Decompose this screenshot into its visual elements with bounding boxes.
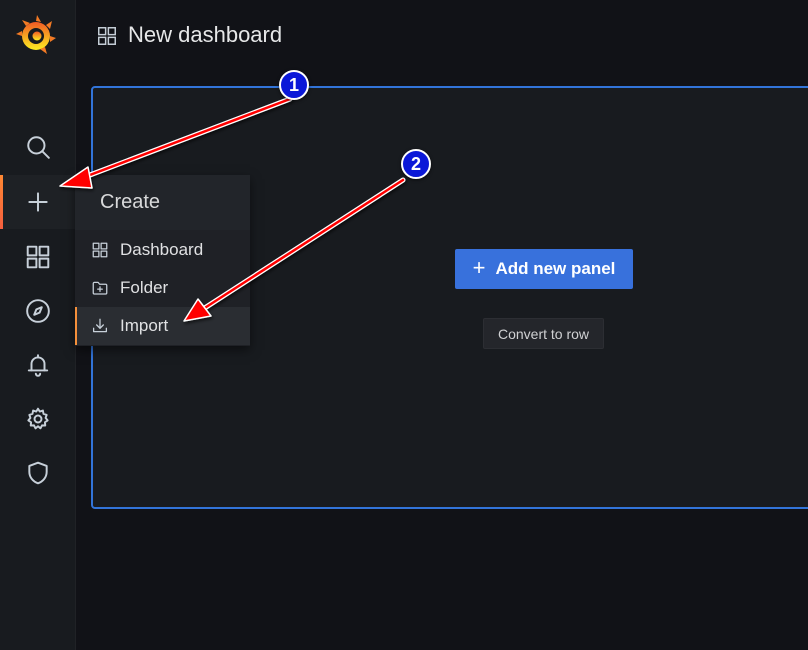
grid-icon <box>91 241 109 259</box>
top-bar: New dashboard <box>76 0 808 70</box>
dashboards-icon[interactable] <box>0 230 75 284</box>
menu-item-label: Folder <box>120 278 169 297</box>
plus-icon: + <box>472 255 486 280</box>
menu-item-dashboard[interactable]: Dashboard <box>75 231 250 269</box>
add-new-panel-button[interactable]: + Add new panel <box>455 249 633 289</box>
sidebar <box>0 0 76 650</box>
menu-item-label: Dashboard <box>120 240 204 259</box>
add-new-panel-label: Add new panel <box>495 259 616 278</box>
dashboard-grid-icon <box>96 25 118 47</box>
annotation-callout-2: 2 <box>401 149 431 179</box>
page-title[interactable]: New dashboard <box>128 22 282 48</box>
convert-to-row-button[interactable]: Convert to row <box>483 318 604 349</box>
shield-icon[interactable] <box>0 446 75 500</box>
create-plus-icon[interactable] <box>0 175 75 229</box>
menu-item-import[interactable]: Import <box>75 307 250 345</box>
create-menu-header[interactable]: Create <box>75 175 250 230</box>
folder-plus-icon <box>91 279 109 297</box>
annotation-callout-1: 1 <box>279 70 309 100</box>
gear-icon[interactable] <box>0 392 75 446</box>
grafana-logo[interactable] <box>16 14 56 56</box>
create-menu: Create Dashboard Folder Import <box>75 175 250 346</box>
menu-item-folder[interactable]: Folder <box>75 269 250 307</box>
import-icon <box>91 317 109 335</box>
compass-icon[interactable] <box>0 284 75 338</box>
menu-item-label: Import <box>120 316 169 335</box>
bell-icon[interactable] <box>0 338 75 392</box>
search-icon[interactable] <box>0 120 75 174</box>
